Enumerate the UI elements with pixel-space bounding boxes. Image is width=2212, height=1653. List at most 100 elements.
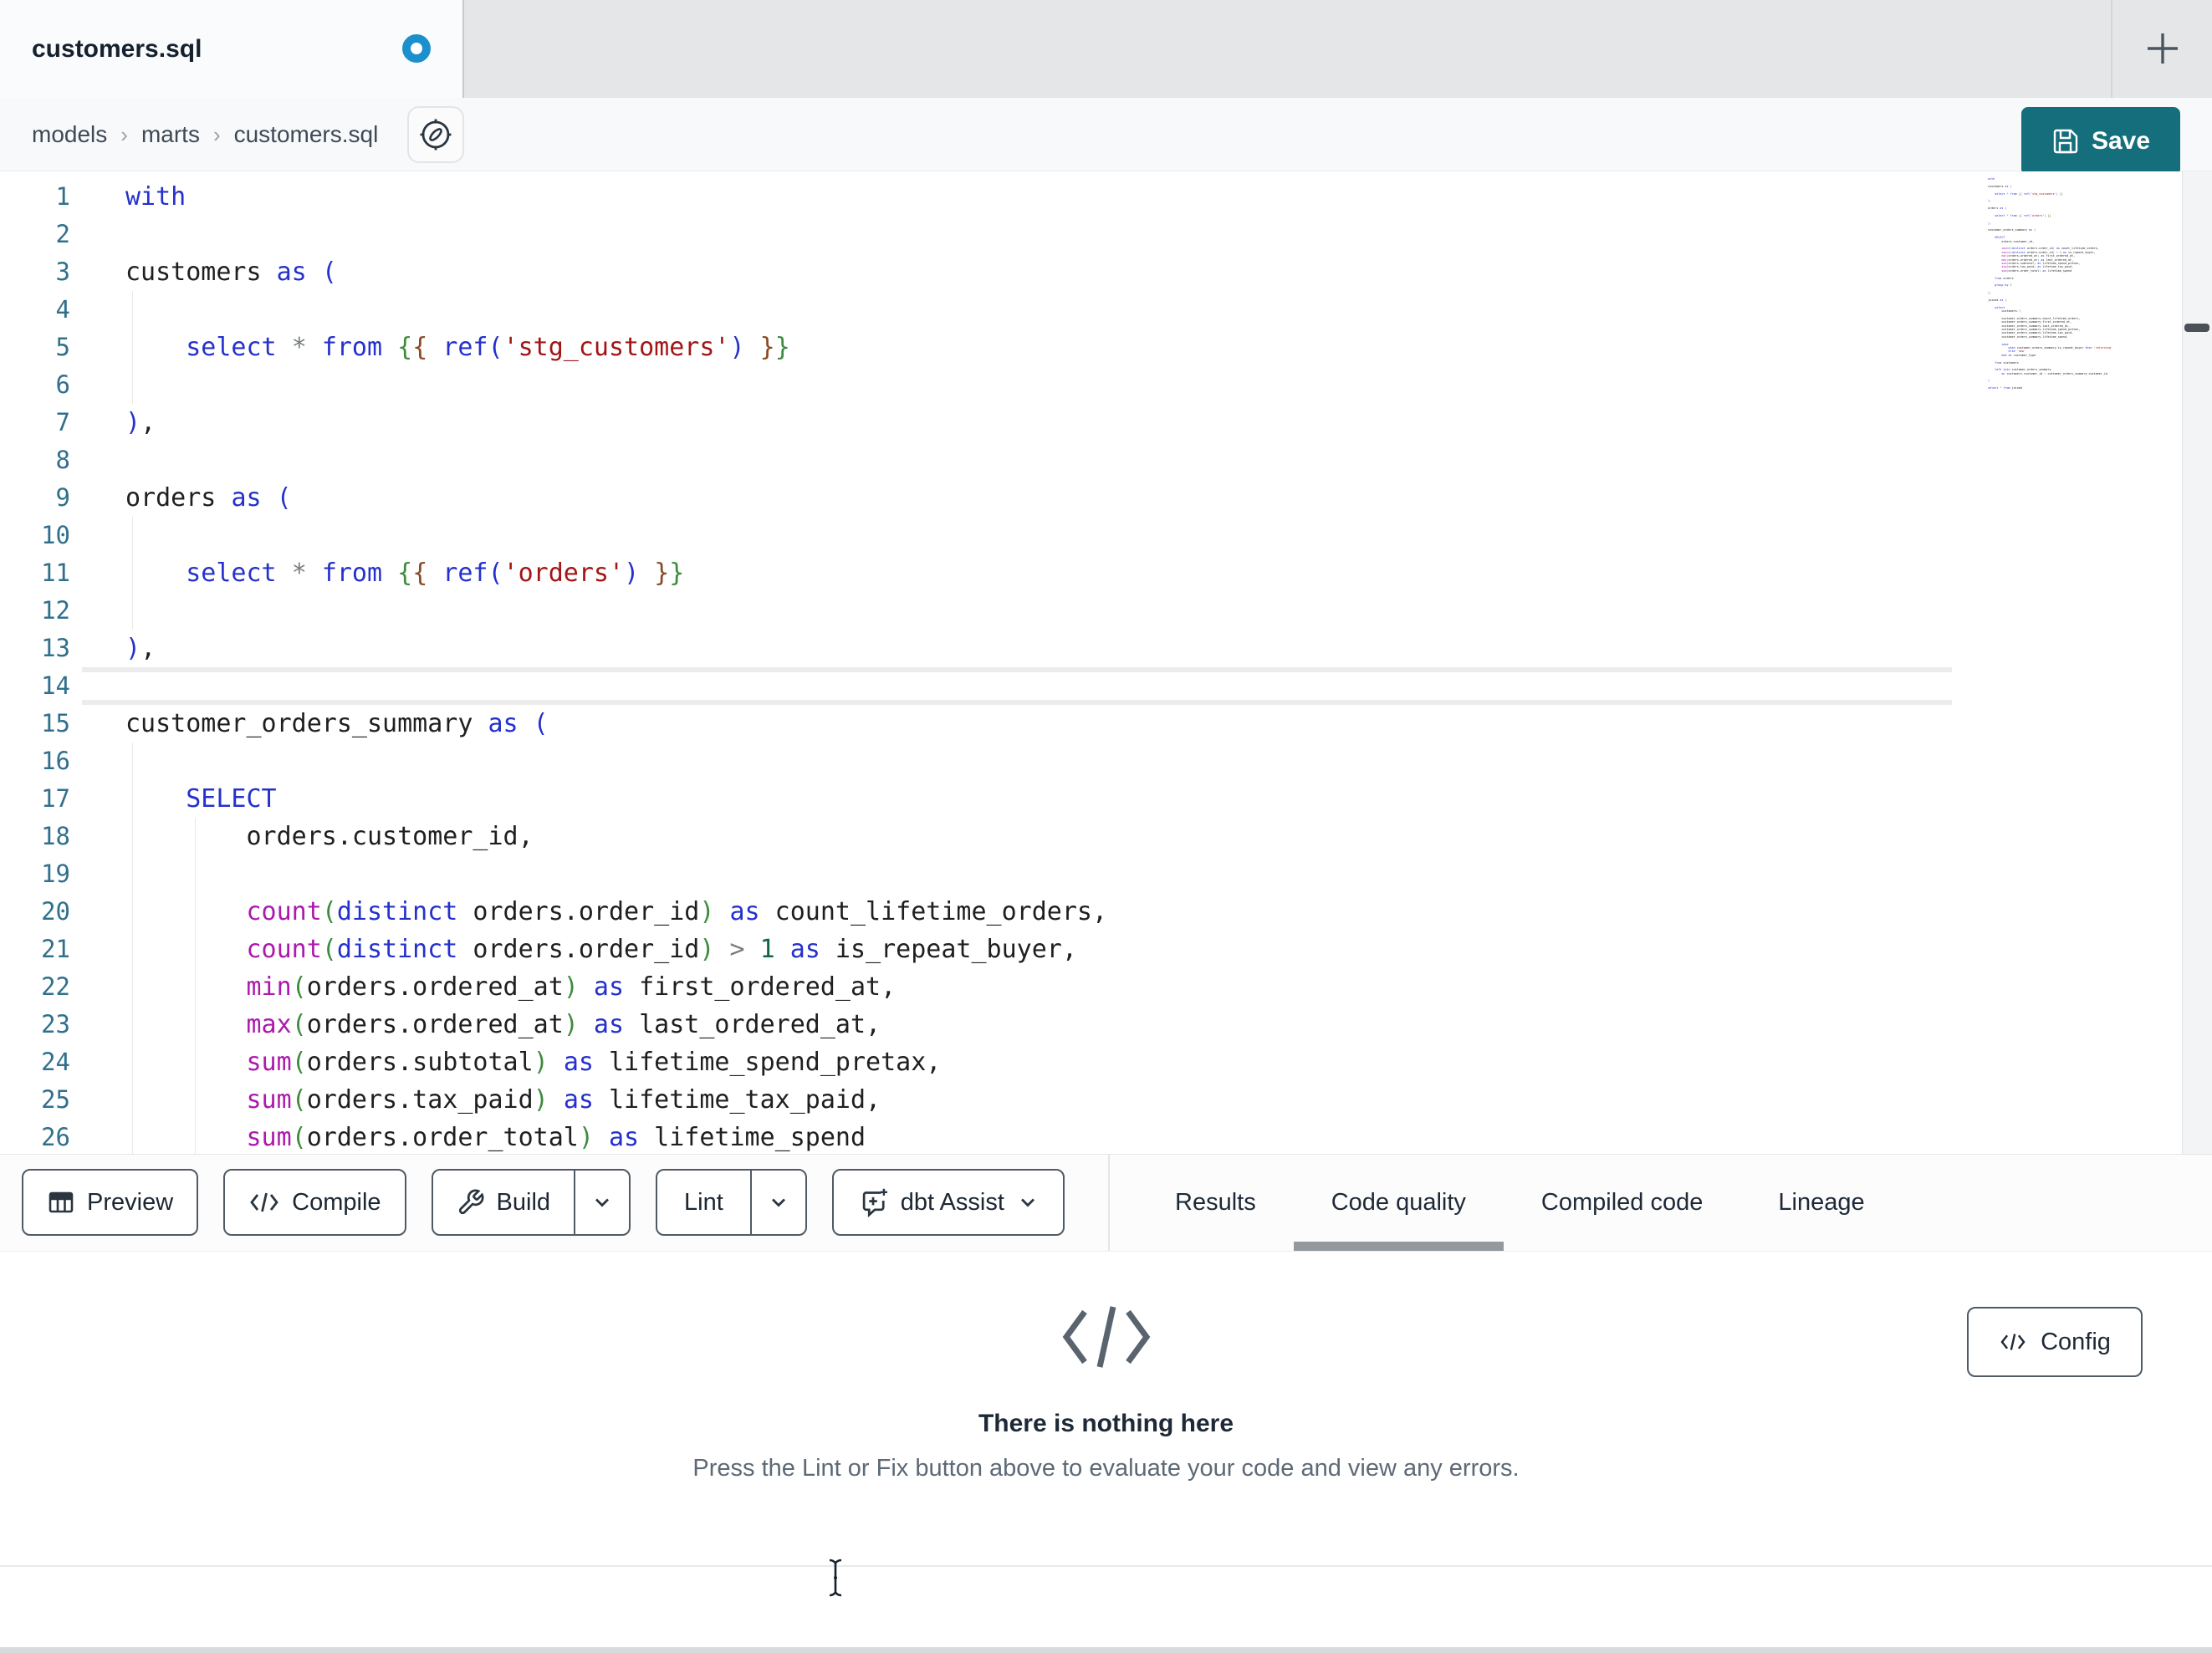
line-number[interactable]: 12 xyxy=(0,592,70,630)
code-line[interactable]: 26 sum(orders.order_total) as lifetime_s… xyxy=(0,1119,2182,1154)
config-button[interactable]: Config xyxy=(1967,1307,2143,1377)
preview-button[interactable]: Preview xyxy=(22,1169,199,1236)
line-number[interactable]: 1 xyxy=(0,178,70,216)
bottom-toolbar: Preview Compile Build Lint dbt Assist Re… xyxy=(0,1154,2212,1252)
save-button[interactable]: Save xyxy=(2021,107,2180,176)
line-number[interactable]: 5 xyxy=(0,329,70,366)
breadcrumb-separator-icon: › xyxy=(120,121,128,147)
line-number[interactable]: 8 xyxy=(0,441,70,479)
code-line[interactable]: 20 count(distinct orders.order_id) as co… xyxy=(0,893,2182,931)
code-line[interactable]: 21 count(distinct orders.order_id) > 1 a… xyxy=(0,931,2182,968)
code-line[interactable]: 15 customer_orders_summary as ( xyxy=(0,705,2182,742)
code-line[interactable]: 7), xyxy=(0,404,2182,441)
code-line[interactable]: 11 select * from {{ ref('orders') }} xyxy=(0,554,2182,592)
code-line[interactable]: 24 sum(orders.subtotal) as lifetime_spen… xyxy=(0,1043,2182,1081)
unsaved-changes-dot-icon xyxy=(402,34,431,63)
code-line[interactable]: 4 xyxy=(0,291,2182,329)
chevron-down-icon xyxy=(595,1198,610,1207)
code-line[interactable]: 3 customers as ( xyxy=(0,253,2182,291)
code-line[interactable]: 1 with xyxy=(0,178,2182,216)
code-line-text: orders as ( xyxy=(125,483,292,513)
minimap-line: select * from joined xyxy=(1988,386,2022,390)
line-number[interactable]: 17 xyxy=(0,780,70,818)
build-dropdown-button[interactable] xyxy=(574,1171,629,1234)
line-number[interactable]: 13 xyxy=(0,630,70,667)
code-line-text: with xyxy=(125,182,186,212)
line-number[interactable]: 25 xyxy=(0,1081,70,1119)
empty-state-title: There is nothing here xyxy=(978,1410,1234,1437)
code-line[interactable]: 16 xyxy=(0,742,2182,780)
line-number[interactable]: 3 xyxy=(0,253,70,291)
line-number[interactable]: 16 xyxy=(0,742,70,780)
panel-tab-compiled-code[interactable]: Compiled code xyxy=(1504,1155,1740,1251)
breadcrumb-item[interactable]: models xyxy=(32,121,107,148)
line-number[interactable]: 2 xyxy=(0,216,70,253)
line-number[interactable]: 23 xyxy=(0,1006,70,1043)
text-cursor-pointer xyxy=(829,1559,842,1597)
code-line[interactable]: 6 xyxy=(0,366,2182,404)
line-number[interactable]: 10 xyxy=(0,517,70,554)
assistant-chat-icon xyxy=(862,1188,887,1217)
empty-state-description: Press the Lint or Fix button above to ev… xyxy=(692,1455,1520,1482)
current-line-highlight xyxy=(82,667,1952,705)
code-line[interactable]: 9 orders as ( xyxy=(0,479,2182,517)
code-line[interactable]: 13), xyxy=(0,630,2182,667)
code-line[interactable]: 14 xyxy=(0,667,2182,705)
line-number[interactable]: 19 xyxy=(0,855,70,893)
line-number[interactable]: 24 xyxy=(0,1043,70,1081)
open-docs-button[interactable] xyxy=(407,106,464,163)
code-line-text: count(distinct orders.order_id) as count… xyxy=(246,897,1108,926)
chevron-down-icon xyxy=(1020,1198,1034,1207)
minimap[interactable]: with customers as ( select * from {{ ref(… xyxy=(1988,177,2113,400)
breadcrumb-item[interactable]: customers.sql xyxy=(234,121,379,148)
code-line[interactable]: 2 xyxy=(0,216,2182,253)
line-number[interactable]: 4 xyxy=(0,291,70,329)
line-number[interactable]: 22 xyxy=(0,968,70,1006)
code-line[interactable]: 19 xyxy=(0,855,2182,893)
dbt-assist-button[interactable]: dbt Assist xyxy=(831,1169,1065,1236)
panel-tab-lineage[interactable]: Lineage xyxy=(1740,1155,1902,1251)
panel-tab-results[interactable]: Results xyxy=(1137,1155,1294,1251)
code-line-text: orders.customer_id, xyxy=(125,822,534,851)
code-line[interactable]: 8 xyxy=(0,441,2182,479)
indent-guide xyxy=(132,592,133,630)
line-number[interactable]: 26 xyxy=(0,1119,70,1154)
lint-button[interactable]: Lint xyxy=(656,1169,807,1236)
code-line-text: max(orders.ordered_at) as last_ordered_a… xyxy=(246,1010,881,1039)
line-number[interactable]: 21 xyxy=(0,931,70,968)
new-tab-button[interactable] xyxy=(2138,23,2188,74)
code-line[interactable]: 23 max(orders.ordered_at) as last_ordere… xyxy=(0,1006,2182,1043)
line-number[interactable]: 6 xyxy=(0,366,70,404)
chevron-down-icon xyxy=(771,1198,785,1207)
indent-guide xyxy=(195,855,196,893)
scrollbar-marker[interactable] xyxy=(2184,324,2209,332)
code-line[interactable]: 18 orders.customer_id, xyxy=(0,818,2182,855)
line-number[interactable]: 15 xyxy=(0,705,70,742)
lint-dropdown-button[interactable] xyxy=(749,1171,805,1234)
code-line[interactable]: 22 min(orders.ordered_at) as first_order… xyxy=(0,968,2182,1006)
code-line[interactable]: 5 select * from {{ ref('stg_customers') … xyxy=(0,329,2182,366)
editor-scrollbar[interactable] xyxy=(2182,171,2212,1154)
breadcrumb-item[interactable]: marts xyxy=(141,121,200,148)
indent-guide xyxy=(132,366,133,404)
line-number[interactable]: 18 xyxy=(0,818,70,855)
line-number[interactable]: 14 xyxy=(0,667,70,705)
panel-tab-code-quality[interactable]: Code quality xyxy=(1293,1155,1504,1251)
minimap-line: on customers.customer_id = customer_orde… xyxy=(2001,371,2107,375)
code-line[interactable]: 17 SELECT xyxy=(0,780,2182,818)
code-line[interactable]: 25 sum(orders.tax_paid) as lifetime_tax_… xyxy=(0,1081,2182,1119)
line-number[interactable]: 7 xyxy=(0,404,70,441)
line-number[interactable]: 20 xyxy=(0,893,70,931)
build-button[interactable]: Build xyxy=(431,1169,631,1236)
compile-button[interactable]: Compile xyxy=(223,1169,406,1236)
toolbar-divider xyxy=(1108,1155,1110,1251)
indent-guide xyxy=(132,517,133,554)
build-label: Build xyxy=(496,1188,551,1216)
code-line[interactable]: 12 xyxy=(0,592,2182,630)
line-number[interactable]: 11 xyxy=(0,554,70,592)
line-number[interactable]: 9 xyxy=(0,479,70,517)
code-line[interactable]: 10 xyxy=(0,517,2182,554)
code-editor[interactable]: 1 with 2 3 customers as (4 5 select * from {{… xyxy=(0,171,2212,1154)
file-tab-customers-sql[interactable]: customers.sql xyxy=(0,0,464,98)
save-button-label: Save xyxy=(2091,127,2151,155)
